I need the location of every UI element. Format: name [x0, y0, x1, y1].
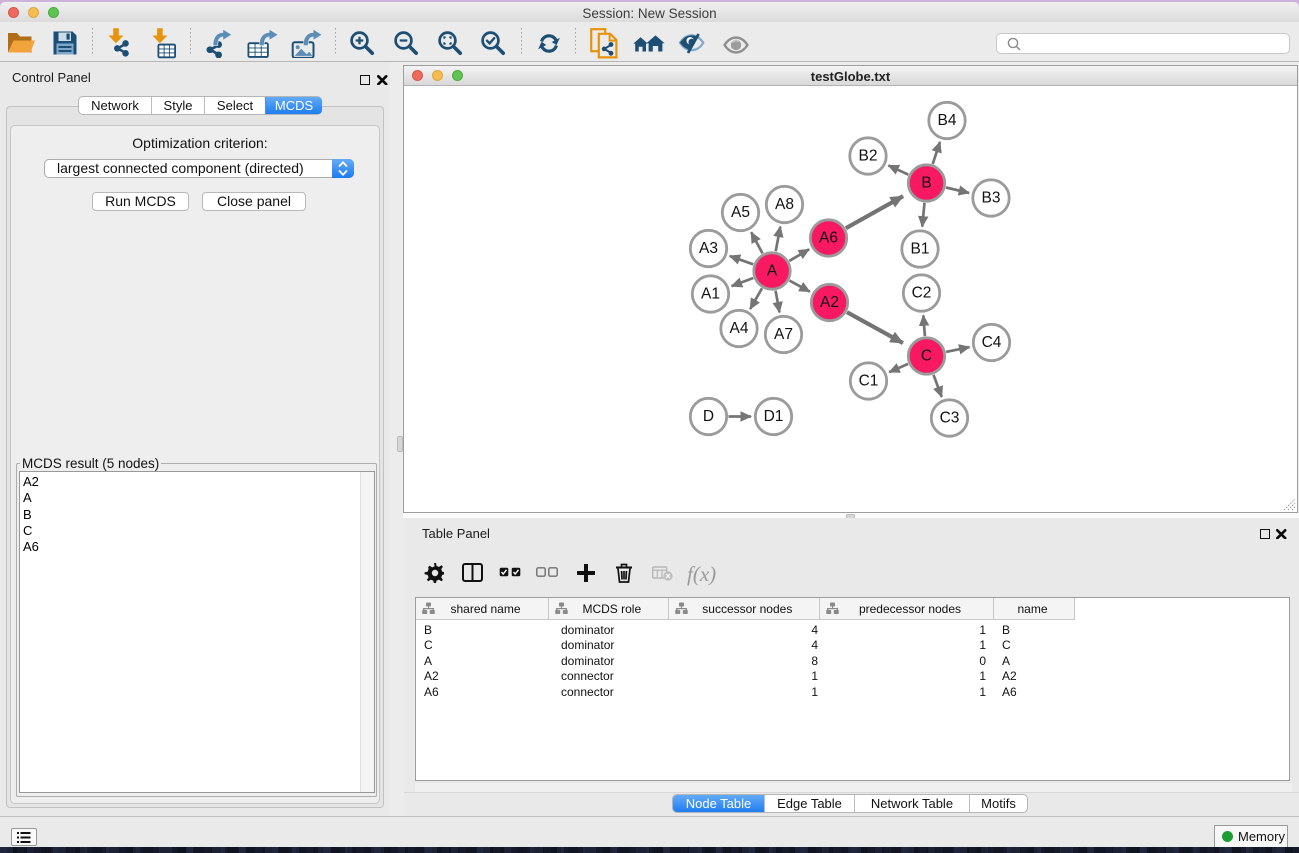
svg-text:A5: A5	[731, 204, 750, 221]
svg-text:D: D	[703, 408, 714, 425]
svg-text:D1: D1	[764, 408, 784, 425]
svg-text:B2: B2	[859, 148, 878, 165]
svg-text:B4: B4	[938, 112, 957, 129]
svg-text:A: A	[767, 263, 778, 280]
svg-text:C4: C4	[982, 334, 1002, 351]
svg-text:A4: A4	[730, 320, 749, 337]
svg-text:A8: A8	[775, 196, 794, 213]
svg-text:C1: C1	[859, 373, 879, 390]
svg-text:C2: C2	[912, 285, 932, 302]
svg-text:A2: A2	[820, 294, 839, 311]
svg-text:A1: A1	[701, 286, 720, 303]
svg-text:C3: C3	[940, 410, 960, 427]
svg-text:A6: A6	[819, 230, 838, 247]
svg-text:B3: B3	[982, 190, 1001, 207]
svg-text:A7: A7	[774, 326, 793, 343]
svg-text:A3: A3	[699, 240, 718, 257]
svg-text:B: B	[921, 175, 931, 192]
svg-text:B1: B1	[911, 241, 930, 258]
svg-text:C: C	[921, 348, 932, 365]
